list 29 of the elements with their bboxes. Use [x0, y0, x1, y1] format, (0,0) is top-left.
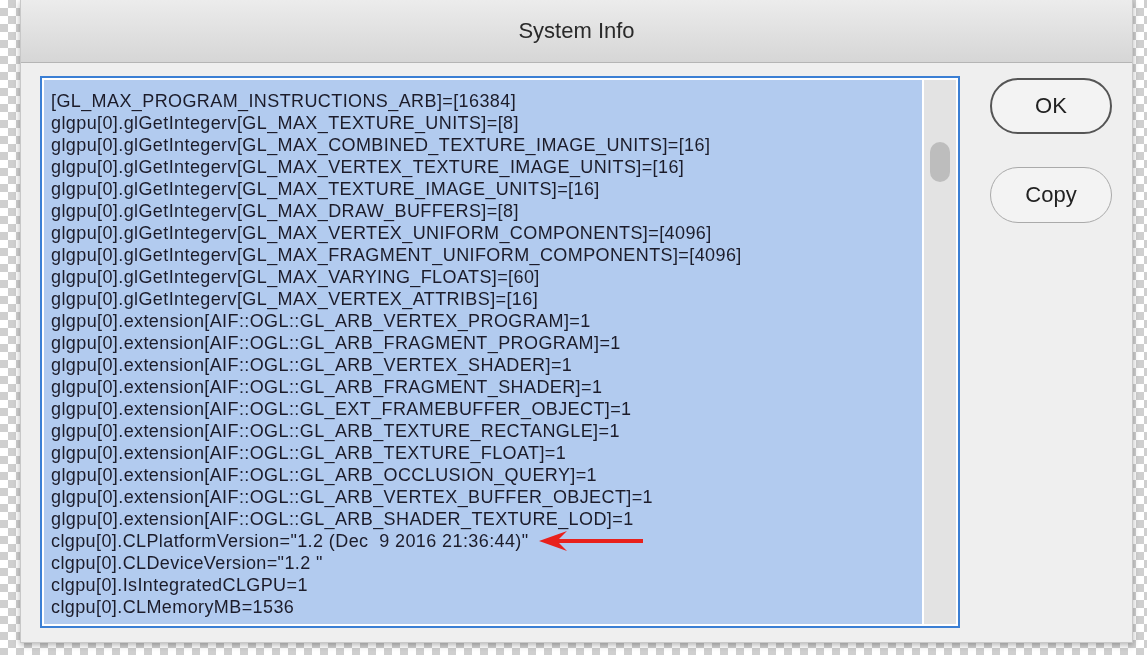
- info-line: glgpu[0].extension[AIF::OGL::GL_ARB_VERTEX_SHADER]=1: [51, 354, 573, 376]
- info-line: glgpu[0].glGetIntegerv[GL_MAX_TEXTURE_UNITS]=[8]: [51, 112, 519, 134]
- info-line: [GL_MAX_PROGRAM_INSTRUCTIONS_ARB]=[16384]: [51, 90, 517, 112]
- window-title: System Info: [518, 18, 635, 44]
- info-line: glgpu[0].glGetIntegerv[GL_MAX_VARYING_FLOATS]=[60]: [51, 266, 540, 288]
- info-line: glgpu[0].extension[AIF::OGL::GL_ARB_TEXTURE_FLOAT]=1: [51, 442, 567, 464]
- info-line: glgpu[0].glGetIntegerv[GL_MAX_VERTEX_UNIFORM_COMPONENTS]=[4096]: [51, 222, 712, 244]
- info-line: glgpu[0].extension[AIF::OGL::GL_ARB_FRAGMENT_SHADER]=1: [51, 376, 603, 398]
- info-line: glgpu[0].extension[AIF::OGL::GL_ARB_TEXTURE_RECTANGLE]=1: [51, 420, 620, 442]
- scroll-thumb[interactable]: [930, 142, 950, 182]
- info-line: clgpu[0].CLMemoryMB=1536: [51, 596, 295, 618]
- info-line: glgpu[0].extension[AIF::OGL::GL_EXT_FRAMEBUFFER_OBJECT]=1: [51, 398, 632, 420]
- info-line: glgpu[0].glGetIntegerv[GL_MAX_VERTEX_TEXTURE_IMAGE_UNITS]=[16]: [51, 156, 685, 178]
- info-line: glgpu[0].glGetIntegerv[GL_MAX_COMBINED_TEXTURE_IMAGE_UNITS]=[16]: [51, 134, 711, 156]
- info-line: glgpu[0].extension[AIF::OGL::GL_ARB_VERTEX_BUFFER_OBJECT]=1: [51, 486, 654, 508]
- info-line: glgpu[0].extension[AIF::OGL::GL_ARB_OCCLUSION_QUERY]=1: [51, 464, 597, 486]
- info-line: clgpu[0].CLDeviceVersion="1.2 ": [51, 552, 323, 574]
- info-line: glgpu[0].extension[AIF::OGL::GL_ARB_SHADER_TEXTURE_LOD]=1: [51, 508, 634, 530]
- copy-button[interactable]: Copy: [990, 167, 1112, 223]
- info-line: glgpu[0].glGetIntegerv[GL_MAX_DRAW_BUFFERS]=[8]: [51, 200, 519, 222]
- info-line: glgpu[0].glGetIntegerv[GL_MAX_TEXTURE_IMAGE_UNITS]=[16]: [51, 178, 600, 200]
- info-line: clgpu[0].IsIntegratedCLGPU=1: [51, 574, 308, 596]
- info-line: glgpu[0].extension[AIF::OGL::GL_ARB_VERTEX_PROGRAM]=1: [51, 310, 591, 332]
- ok-button[interactable]: OK: [990, 78, 1112, 134]
- info-line: glgpu[0].extension[AIF::OGL::GL_ARB_FRAGMENT_PROGRAM]=1: [51, 332, 621, 354]
- info-line: glgpu[0].glGetIntegerv[GL_MAX_FRAGMENT_UNIFORM_COMPONENTS]=[4096]: [51, 244, 742, 266]
- info-line: glgpu[0].glGetIntegerv[GL_MAX_VERTEX_ATTRIBS]=[16]: [51, 288, 539, 310]
- info-line: clgpu[0].CLPlatformVersion="1.2 (Dec 9 2016 21:36:44)": [51, 530, 529, 552]
- scrollbar[interactable]: [924, 80, 956, 624]
